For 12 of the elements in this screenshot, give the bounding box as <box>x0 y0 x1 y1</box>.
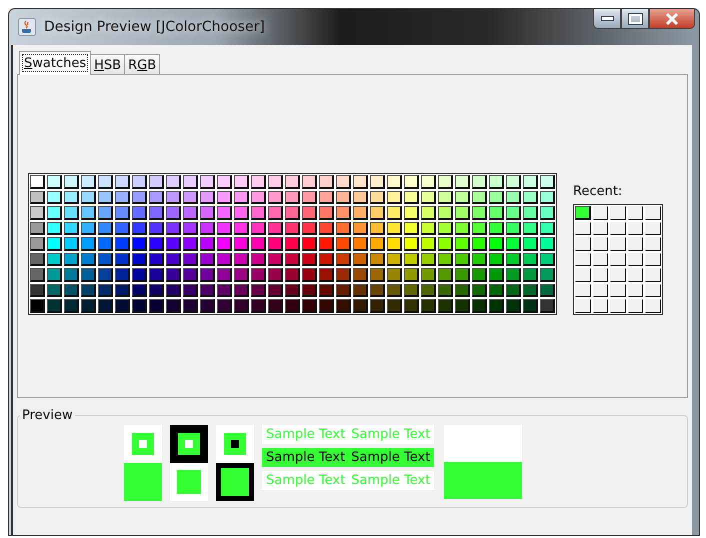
sample-text: Sample Text <box>351 473 430 488</box>
preview-title: Preview <box>21 408 74 423</box>
window-title: Design Preview [JColorChooser] <box>44 19 265 35</box>
sample-text: Sample Text <box>266 427 346 442</box>
recent-label: Recent: <box>573 184 624 200</box>
tab[interactable]: RGB <box>124 54 160 75</box>
tab[interactable]: Swatches <box>19 51 92 75</box>
sample-text: Sample Text <box>351 427 430 442</box>
sample-text: Sample Text <box>266 473 346 488</box>
sample-text: Sample Text <box>351 450 430 465</box>
tab[interactable]: HSB <box>90 54 126 75</box>
sample-text: Sample Text <box>266 450 346 465</box>
